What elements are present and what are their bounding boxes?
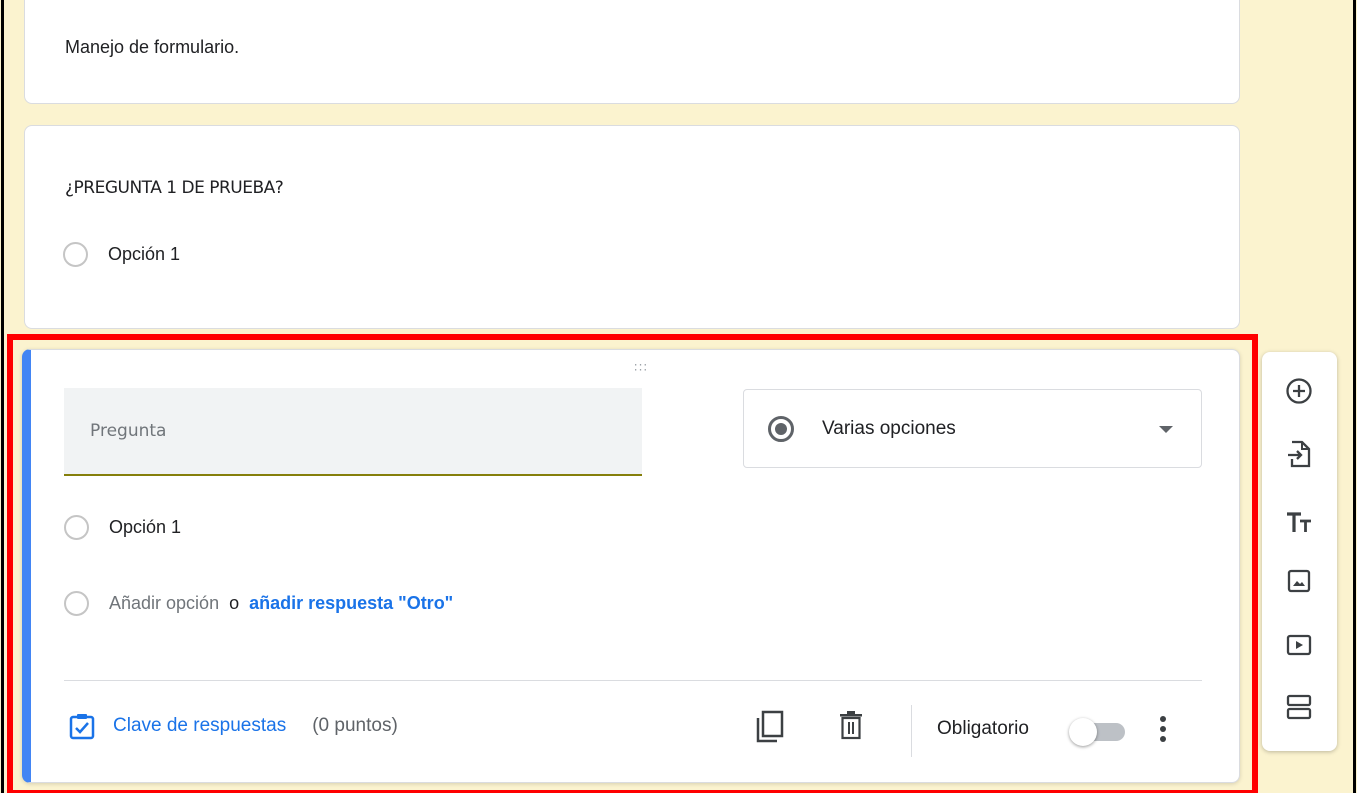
floating-toolbar	[1262, 352, 1337, 751]
video-icon	[1286, 634, 1312, 656]
add-title-button[interactable]	[1284, 507, 1314, 537]
section-icon	[1286, 694, 1312, 720]
add-question-button[interactable]	[1284, 376, 1314, 406]
option-label: Opción 1	[108, 244, 181, 264]
form-description-card: Manejo de formulario.	[24, 0, 1240, 104]
add-image-button[interactable]	[1284, 566, 1314, 596]
add-section-button[interactable]	[1284, 692, 1314, 722]
form-description: Manejo de formulario.	[65, 37, 240, 57]
import-icon	[1288, 440, 1311, 468]
title-icon	[1287, 512, 1311, 532]
import-questions-button[interactable]	[1284, 439, 1314, 469]
add-circle-icon	[1286, 378, 1312, 404]
question-title: ¿PREGUNTA 1 DE PRUEBA?	[65, 178, 284, 198]
image-icon	[1287, 569, 1311, 593]
highlight-box	[7, 334, 1258, 793]
question-card[interactable]: ¿PREGUNTA 1 DE PRUEBA? Opción 1	[24, 125, 1240, 329]
radio-icon	[63, 242, 88, 267]
option-row: Opción 1	[63, 242, 180, 267]
add-video-button[interactable]	[1284, 630, 1314, 660]
